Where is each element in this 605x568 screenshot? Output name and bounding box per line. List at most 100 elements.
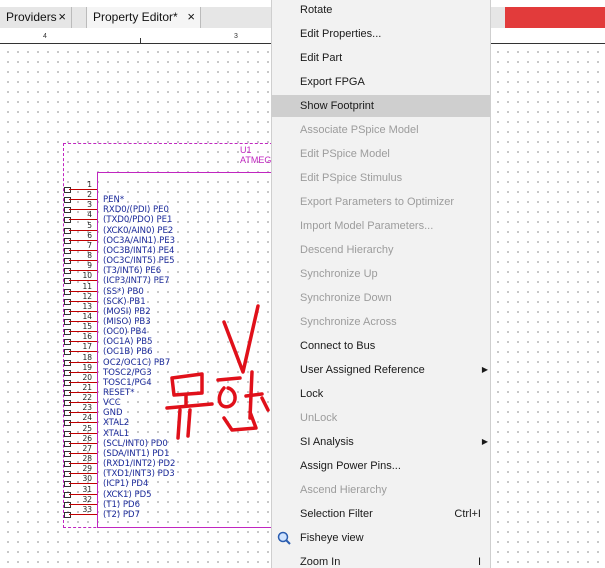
menu-item-connect-to-bus[interactable]: Connect to Bus xyxy=(272,335,491,357)
menu-item-assign-power-pins[interactable]: Assign Power Pins... xyxy=(272,455,491,477)
ruler-tick xyxy=(140,38,141,43)
pin-end-box xyxy=(64,481,71,488)
pin-row[interactable]: 21 RESET* xyxy=(0,383,260,398)
pin-end-box xyxy=(64,298,71,305)
menu-item-show-footprint[interactable]: Show Footprint xyxy=(272,95,491,117)
pin-end-box xyxy=(64,471,71,478)
pin-end-box xyxy=(64,288,71,295)
pin-number: 24 xyxy=(82,413,92,423)
pin-number: 1 xyxy=(87,180,92,189)
menu-item-si-analysis[interactable]: SI Analysis ▶ xyxy=(272,431,491,453)
pin-row[interactable]: 17 (OC1B) PB6 xyxy=(0,342,260,357)
pin-row[interactable]: 19 TOSC2/PG3 xyxy=(0,363,260,378)
pin-row[interactable]: 10 (ICP3/INT7) PE7 xyxy=(0,271,260,286)
pin-row[interactable]: 31 (XCK1) PD5 xyxy=(0,485,260,500)
pin-number: 14 xyxy=(82,311,92,321)
pin-row[interactable]: 25 XTAL1 xyxy=(0,424,260,439)
pin-end-box xyxy=(64,227,71,234)
pin-end-box xyxy=(64,461,71,468)
menu-item-export-fpga[interactable]: Export FPGA xyxy=(272,71,491,93)
pin-number: 33 xyxy=(82,504,92,514)
pin-row[interactable]: 32 (T1) PD6 xyxy=(0,495,260,510)
close-icon[interactable]: × xyxy=(187,7,195,27)
menu-item-label: SI Analysis xyxy=(300,436,354,448)
menu-item-edit-pspice-model: Edit PSpice Model xyxy=(272,143,491,165)
pin-row[interactable]: 7 (OC3B/INT4) PE4 xyxy=(0,241,260,256)
menu-item-label: Synchronize Up xyxy=(300,268,378,280)
pin-row[interactable]: 20 TOSC1/PG4 xyxy=(0,373,260,388)
pin-row[interactable]: 14 (MISO) PB3 xyxy=(0,312,260,327)
pin-row[interactable]: 2 PEN* xyxy=(0,190,260,205)
pin-row[interactable]: 27 (SDA/INT1) PD1 xyxy=(0,444,260,459)
menu-item-zoom-in[interactable]: Zoom In I xyxy=(272,551,491,568)
menu-item-label: Edit PSpice Model xyxy=(300,148,390,160)
pin-row[interactable]: 23 GND xyxy=(0,403,260,418)
close-icon[interactable]: × xyxy=(58,7,66,27)
pin-number: 7 xyxy=(87,240,92,250)
pin-row[interactable]: 1 xyxy=(0,180,260,194)
menu-item-lock[interactable]: Lock xyxy=(272,383,491,405)
pin-end-box xyxy=(64,308,71,315)
menu-item-selection-filter[interactable]: Selection Filter Ctrl+I xyxy=(272,503,491,525)
pin-row[interactable]: 33 (T2) PD7 xyxy=(0,505,260,520)
pin-row[interactable]: 12 (SCK) PB1 xyxy=(0,292,260,307)
tab-label: Property Editor* xyxy=(93,10,178,24)
menu-item-shortcut: Ctrl+I xyxy=(454,508,481,520)
pin-end-box xyxy=(64,511,71,518)
pin-row[interactable]: 26 (SCL/INT0) PD0 xyxy=(0,434,260,449)
ruler-mark: 3 xyxy=(234,33,238,40)
pin-row[interactable]: 24 XTAL2 xyxy=(0,413,260,428)
menu-item-label: UnLock xyxy=(300,412,338,424)
pin-number: 19 xyxy=(82,362,92,372)
pin-end-box xyxy=(64,400,71,407)
pin-row[interactable]: 15 (OC0) PB4 xyxy=(0,322,260,337)
pin-row[interactable]: 18 OC2/OC1C) PB7 xyxy=(0,353,260,368)
pin-row[interactable]: 13 (MOSI) PB2 xyxy=(0,302,260,317)
menu-item-label: Descend Hierarchy xyxy=(300,244,394,256)
pin-end-box xyxy=(64,187,71,193)
pin-row[interactable]: 16 (OC1A) PB5 xyxy=(0,332,260,347)
pin-number: 8 xyxy=(87,251,92,261)
pin-end-box xyxy=(64,359,71,366)
pin-row[interactable]: 3 RXD0/(PDI) PE0 xyxy=(0,200,260,215)
tab-providers[interactable]: Providers × xyxy=(0,7,72,28)
menu-item-label: Edit Properties... xyxy=(300,28,382,40)
menu-item-synchronize-down: Synchronize Down xyxy=(272,287,491,309)
menu-item-import-model-parameters: Import Model Parameters... xyxy=(272,215,491,237)
pin-end-box xyxy=(64,349,71,356)
pin-end-box xyxy=(64,379,71,386)
tab-strip-red-accent xyxy=(505,7,605,28)
pin-number: 3 xyxy=(87,200,92,210)
menu-item-fisheye-view[interactable]: Fisheye view xyxy=(272,527,491,549)
menu-item-label: Synchronize Down xyxy=(300,292,392,304)
pin-row[interactable]: 4 (TXD0/PDO) PE1 xyxy=(0,210,260,225)
menu-item-label: User Assigned Reference xyxy=(300,364,425,376)
pin-row[interactable]: 30 (ICP1) PD4 xyxy=(0,474,260,489)
pin-number: 20 xyxy=(82,372,92,382)
menu-item-shortcut: I xyxy=(477,556,481,568)
pin-row[interactable]: 11 (SS*) PB0 xyxy=(0,282,260,297)
pin-row[interactable]: 29 (TXD1/INT3) PD3 xyxy=(0,464,260,479)
menu-item-edit-properties[interactable]: Edit Properties... xyxy=(272,23,491,45)
pin-row[interactable]: 5 (XCK0/AIN0) PE2 xyxy=(0,221,260,236)
pin-number: 10 xyxy=(82,271,92,281)
menu-item-user-assigned-reference[interactable]: User Assigned Reference ▶ xyxy=(272,359,491,381)
menu-item-rotate[interactable]: Rotate xyxy=(272,0,491,21)
pin-end-box xyxy=(64,339,71,346)
menu-item-edit-part[interactable]: Edit Part xyxy=(272,47,491,69)
pin-row[interactable]: 8 (OC3C/INT5) PE5 xyxy=(0,251,260,266)
pin-end-box xyxy=(64,268,71,275)
menu-item-export-parameters-to-optimizer: Export Parameters to Optimizer xyxy=(272,191,491,213)
pin-end-box xyxy=(64,410,71,417)
tab-property-editor[interactable]: Property Editor* × xyxy=(86,7,201,28)
pin-row[interactable]: 22 VCC xyxy=(0,393,260,408)
pin-row[interactable]: 6 (OC3A/AIN1) PE3 xyxy=(0,231,260,246)
pin-end-box xyxy=(64,278,71,285)
pin-number: 30 xyxy=(82,474,92,484)
schematic-canvas[interactable]: Providers × Property Editor* × 4 3 U1 AT… xyxy=(0,0,605,568)
pin-number: 26 xyxy=(82,433,92,443)
menu-item-label: Show Footprint xyxy=(300,100,374,112)
pin-row[interactable]: 9 (T3/INT6) PE6 xyxy=(0,261,260,276)
pin-number: 22 xyxy=(82,393,92,403)
pin-row[interactable]: 28 (RXD1/INT2) PD2 xyxy=(0,454,260,469)
